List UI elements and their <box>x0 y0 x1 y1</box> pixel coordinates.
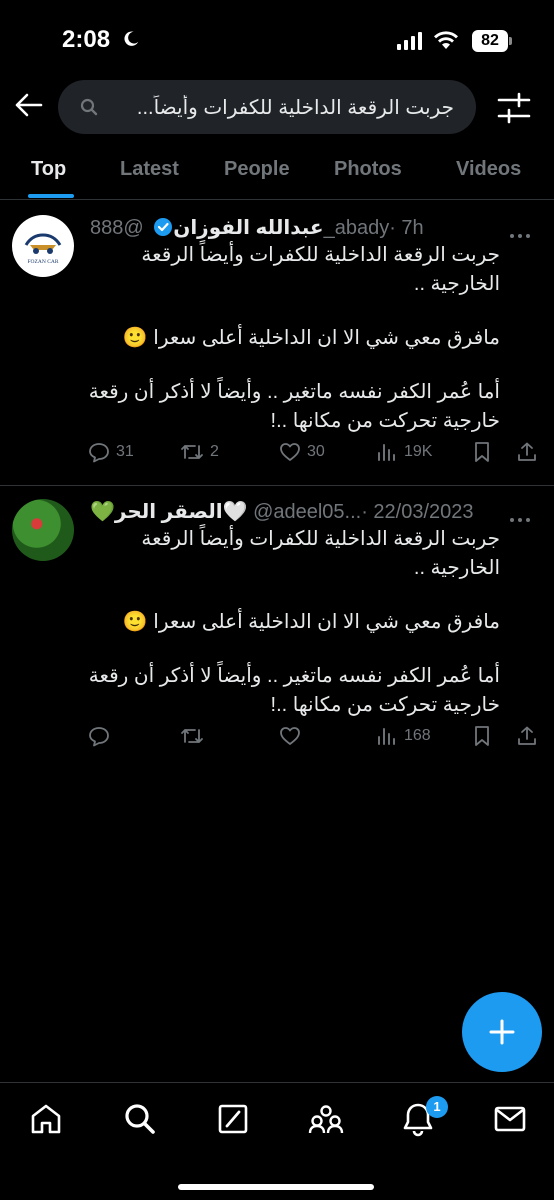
like-button[interactable] <box>279 725 307 747</box>
wifi-icon <box>434 31 458 49</box>
signal-icon <box>397 32 422 50</box>
tweet-actions: 168 <box>88 725 548 753</box>
bookmark-button[interactable] <box>472 441 498 463</box>
notification-badge: 1 <box>426 1096 448 1118</box>
reply-count: 31 <box>116 443 134 460</box>
timestamp: · 7h <box>389 217 424 239</box>
tweet-header: 💚الصقر الحر🤍 @adeel05...· 22/03/2023 <box>90 499 498 527</box>
timestamp: · 22/03/2023 <box>361 501 474 523</box>
search-icon <box>80 98 98 116</box>
tab-videos[interactable]: Videos <box>456 158 521 181</box>
share-icon <box>518 726 536 745</box>
tweet-text: جربت الرقعة الداخلية للكفرات وأيضاً الرق… <box>88 241 500 461</box>
tab-photos[interactable]: Photos <box>334 158 402 181</box>
plus-icon <box>489 1019 515 1045</box>
like-count: 30 <box>307 443 325 460</box>
reply-button[interactable]: 31 <box>88 441 134 463</box>
reply-button[interactable] <box>88 725 116 747</box>
home-indicator <box>178 1184 374 1190</box>
heart-icon <box>280 443 300 461</box>
tab-latest[interactable]: Latest <box>120 158 179 181</box>
tweet-header: عبدالله الفوزان @888_abady· 7h <box>90 215 498 243</box>
reply-icon <box>89 443 109 463</box>
tweet-paragraph: أما عُمر الكفر نفسه ماتغير .. وأيضاً لا … <box>88 381 500 432</box>
views-chart-icon <box>378 444 395 461</box>
repost-button[interactable] <box>180 725 210 747</box>
tweet-paragraph: جربت الرقعة الداخلية للكفرات وأيضاً الرق… <box>141 528 500 579</box>
heart-icon <box>280 727 300 745</box>
avatar[interactable] <box>12 499 74 561</box>
bookmark-button[interactable] <box>472 725 498 747</box>
tweet-text: جربت الرقعة الداخلية للكفرات وأيضاً الرق… <box>88 525 500 745</box>
views-chart-icon <box>378 728 395 745</box>
like-button[interactable]: 30 <box>279 441 325 463</box>
grok-icon[interactable] <box>215 1101 251 1137</box>
bottom-navigation <box>0 1082 554 1200</box>
search-tabs: Top Latest People Photos Videos <box>0 150 554 200</box>
repost-icon <box>181 445 203 459</box>
repost-icon <box>181 729 203 743</box>
more-options-icon[interactable] <box>508 225 532 238</box>
share-button[interactable] <box>516 441 544 463</box>
tab-people[interactable]: People <box>224 158 290 181</box>
tweet-paragraph: مافرق معي شي الا ان الداخلية أعلى سعرا 🙂 <box>122 611 500 633</box>
tweet[interactable]: FOZAN CAR عبدالله الفوزان @888_abady· 7h… <box>0 201 554 486</box>
moon-icon <box>124 31 139 46</box>
repost-button[interactable]: 2 <box>180 441 219 463</box>
search-query: جربت الرقعة الداخلية للكفرات وأيضاً... <box>136 97 454 119</box>
avatar[interactable]: FOZAN CAR <box>12 215 74 277</box>
battery-indicator: 82 <box>472 30 508 52</box>
share-button[interactable] <box>516 725 544 747</box>
tweet-paragraph: مافرق معي شي الا ان الداخلية أعلى سعرا 🙂 <box>122 327 500 349</box>
verified-badge-icon <box>154 218 173 236</box>
search-icon[interactable] <box>122 1101 158 1137</box>
view-count: 168 <box>404 727 431 744</box>
bookmark-icon <box>475 442 489 462</box>
compose-button[interactable] <box>462 992 542 1072</box>
messages-icon[interactable] <box>492 1101 528 1137</box>
display-name[interactable]: عبدالله الفوزان <box>173 217 323 239</box>
tweet[interactable]: 💚الصقر الحر🤍 @adeel05...· 22/03/2023 جرب… <box>0 487 554 772</box>
tweet-paragraph: أما عُمر الكفر نفسه ماتغير .. وأيضاً لا … <box>88 665 500 716</box>
avatar-logo-text: FOZAN CAR <box>27 259 58 265</box>
repost-count: 2 <box>210 443 219 460</box>
status-bar: 2:08 82 <box>0 0 554 78</box>
tweet-paragraph: جربت الرقعة الداخلية للكفرات وأيضاً الرق… <box>141 244 500 295</box>
share-icon <box>518 442 536 461</box>
views-button[interactable]: 19K <box>376 441 432 463</box>
handle[interactable]: @adeel05... <box>253 501 361 523</box>
communities-icon[interactable] <box>308 1101 344 1137</box>
fozan-car-logo: FOZAN CAR <box>24 233 62 265</box>
view-count: 19K <box>404 443 433 460</box>
more-options-icon[interactable] <box>508 509 532 522</box>
filter-sliders-icon[interactable] <box>496 90 532 126</box>
reply-icon <box>89 727 109 747</box>
tweet-actions: 31 2 30 19K <box>88 441 548 469</box>
tab-top[interactable]: Top <box>31 158 66 181</box>
battery-tip <box>509 37 512 45</box>
views-button[interactable]: 168 <box>376 725 431 747</box>
display-name[interactable]: 💚الصقر الحر🤍 <box>90 501 248 523</box>
home-icon[interactable] <box>28 1101 64 1137</box>
back-button[interactable] <box>12 88 46 122</box>
search-input[interactable]: جربت الرقعة الداخلية للكفرات وأيضاً... <box>58 80 476 134</box>
status-time: 2:08 <box>62 26 111 53</box>
bookmark-icon <box>475 726 489 746</box>
back-arrow-icon <box>15 93 43 117</box>
active-tab-indicator <box>28 194 74 198</box>
